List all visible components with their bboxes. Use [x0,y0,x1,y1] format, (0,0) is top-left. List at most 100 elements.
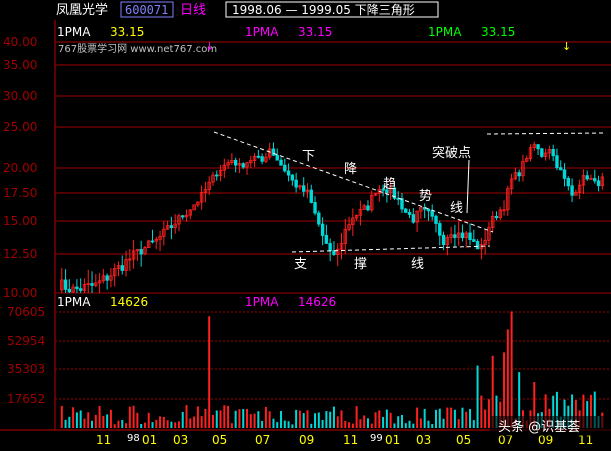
stock-name: 凤凰光学 [56,2,108,18]
volume-ma-label-2: 1PMA [245,295,279,309]
candle-body [279,159,283,166]
candle-body [290,174,295,181]
candle-body [332,250,336,255]
year-label: 98 [127,433,140,444]
candle-body [301,185,306,192]
candle-body [67,288,72,293]
price-tick-label: 12.50 [3,247,37,261]
candle-body [324,235,329,244]
candle-body [313,202,317,214]
watermark: 767股票学习网 www.net767.com [58,42,217,55]
candle-body [320,223,325,236]
candle-body [438,223,442,236]
candle-body [570,185,574,196]
candle-body [271,148,276,156]
month-label: 11 [96,433,111,447]
candle-body [404,208,408,213]
candle-body [309,189,313,203]
date-range: 1998.06 — 1999.05 下降三角形 [232,3,415,17]
stock-code: 600071 [125,3,168,17]
month-label: 11 [343,433,358,447]
price-tick-label: 20.00 [3,161,37,175]
candle-body [551,149,555,157]
price-tick-label: 30.00 [3,89,37,103]
support-line [291,245,491,253]
volume-ma-value-2: 14626 [298,295,336,309]
candle-body [260,156,264,162]
candle-body [366,205,370,211]
candle-body [468,232,472,240]
candle-body [593,178,597,182]
candle-body [286,170,291,176]
month-label: 05 [456,433,471,447]
price-ma-value-3: 33.15 [481,25,515,39]
candle-body [400,198,404,210]
price-ma-label-2: 1PMA [245,25,279,39]
annotation-zhi: 支 [294,257,307,272]
month-label: 03 [173,433,188,447]
price-ma-label: 1PMA [57,25,91,39]
candle-body [559,167,563,171]
price-ma-label-3: 1PMA [428,25,462,39]
candle-body [294,179,298,188]
candle-body [181,215,185,218]
candle-body [411,214,416,223]
candle-body [540,148,544,157]
candle-body [472,239,476,242]
volume-tick-label: 52954 [7,334,45,348]
candle-body [283,164,287,172]
month-label: 01 [385,433,400,447]
month-label: 03 [416,433,431,447]
candle-body [596,180,601,187]
price-tick-label: 35.00 [3,58,37,72]
volume-tick-label: 17652 [7,392,45,406]
price-ma-value-2: 33.15 [298,25,332,39]
upper-resistance-line [486,132,606,135]
candle-body [328,243,332,252]
footer-credit: 头条 @识基荟 [498,419,580,435]
candle-body [256,155,261,158]
stock-chart: 凤凰光学 600071 日线 1998.06 — 1999.05 下降三角形 4… [0,0,611,451]
candle-body [441,234,446,246]
annotation-cheng: 撑 [354,257,367,272]
candle-body [139,249,143,255]
candle-body [475,241,480,250]
candle-body [517,172,521,177]
candle-body [536,144,540,150]
candle-body [105,275,109,281]
candle-body [275,154,279,161]
volume-tick-label: 35303 [7,362,45,376]
candle-body [90,283,94,286]
candle-body [233,159,238,166]
volume-ma-value: 14626 [110,295,148,309]
arrow-down-icon: ↓ [205,40,214,53]
annotation-qu: 趋 [383,177,396,192]
annotation-jiang: 降 [344,162,357,177]
candle-body [494,215,499,219]
candle-body [585,175,589,180]
candle-body [317,212,321,225]
candle-body [453,234,457,238]
candle-body [430,210,434,217]
candle-body [566,177,570,187]
price-tick-label: 15.00 [3,214,37,228]
candle-body [63,279,68,290]
annotation-xian: 线 [450,201,463,216]
month-label: 01 [142,433,157,447]
month-label: 07 [255,433,270,447]
arrow-down-icon-2: ↓ [562,40,571,53]
candle-body [460,232,465,239]
candle-body [120,265,124,271]
price-tick-label: 25.00 [3,120,37,134]
candle-body [555,155,559,169]
volume-tick-label: 70605 [7,305,45,319]
annotation-xian-2: 线 [411,257,424,272]
candle-body [241,163,245,168]
price-tick-label: 40.00 [3,35,37,49]
volume-ma-label: 1PMA [57,295,91,309]
month-label: 09 [299,433,314,447]
chart-canvas: 凤凰光学 600071 日线 1998.06 — 1999.05 下降三角形 4… [0,0,611,447]
price-ma-value: 33.15 [110,25,144,39]
candle-body [75,286,79,290]
price-tick-label: 10.00 [3,286,37,300]
